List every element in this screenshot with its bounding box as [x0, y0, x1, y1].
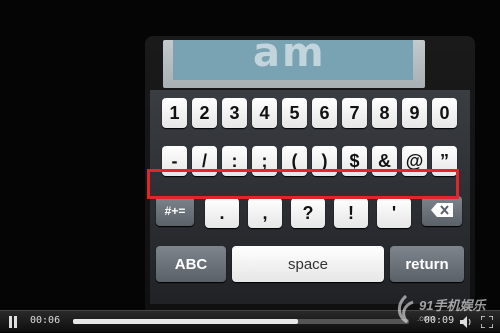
- key-9[interactable]: 9: [402, 98, 427, 128]
- key-1[interactable]: 1: [162, 98, 187, 128]
- pause-icon: [9, 316, 17, 328]
- key-8[interactable]: 8: [372, 98, 397, 128]
- backspace-icon: [431, 201, 453, 222]
- watermark-logo: 91手机娱乐 .com: [395, 292, 499, 326]
- watermark-swirl-icon: [397, 294, 414, 324]
- key-abc[interactable]: ABC: [156, 246, 226, 282]
- screen-text: am: [253, 40, 326, 76]
- key-comma[interactable]: ,: [248, 198, 282, 228]
- watermark-brand: 91手机娱乐: [419, 298, 486, 313]
- phone-screen: am: [163, 40, 425, 88]
- highlight-box: [147, 169, 459, 199]
- current-time: 00:06: [30, 315, 61, 326]
- screen-text-field: am: [173, 40, 413, 80]
- progress-bar[interactable]: [73, 319, 409, 324]
- key-return[interactable]: return: [390, 246, 464, 282]
- key-0[interactable]: 0: [432, 98, 457, 128]
- key-7[interactable]: 7: [342, 98, 367, 128]
- key-3[interactable]: 3: [222, 98, 247, 128]
- watermark-sub: .com: [417, 314, 435, 323]
- key-4[interactable]: 4: [252, 98, 277, 128]
- video-frame[interactable]: am 1 2 3 4 5 6 7 8 9 0 - / : ; ( ) $ & @…: [0, 0, 500, 310]
- progress-fill: [73, 319, 299, 324]
- key-5[interactable]: 5: [282, 98, 307, 128]
- key-delete[interactable]: [422, 196, 462, 226]
- key-6[interactable]: 6: [312, 98, 337, 128]
- pause-button[interactable]: [8, 315, 18, 333]
- key-more-symbols[interactable]: #+=: [156, 196, 194, 226]
- key-2[interactable]: 2: [192, 98, 217, 128]
- key-apostrophe[interactable]: ': [377, 198, 411, 228]
- key-exclamation[interactable]: !: [334, 198, 368, 228]
- key-period[interactable]: .: [205, 198, 239, 228]
- key-question[interactable]: ?: [291, 198, 325, 228]
- key-space[interactable]: space: [232, 246, 384, 282]
